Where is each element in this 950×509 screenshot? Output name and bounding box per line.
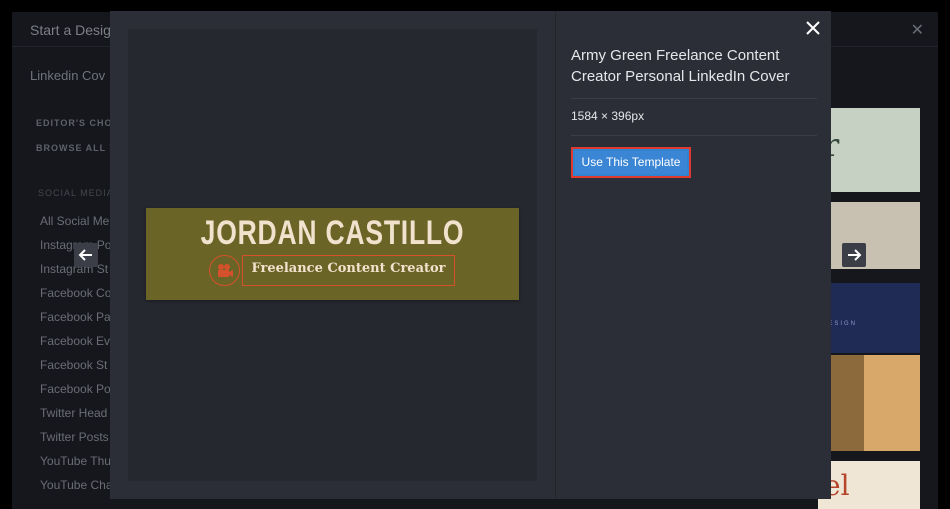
cover-name: JORDAN CASTILLO <box>200 214 465 252</box>
background-category-item: Twitter Head <box>40 406 108 420</box>
preview-canvas: JORDAN CASTILLO Freelance Content Creato… <box>128 29 537 481</box>
background-close-icon: ✕ <box>910 22 924 39</box>
background-thumbnail <box>818 202 920 269</box>
background-category-item: Facebook Co <box>40 286 112 300</box>
background-category-item: YouTube Thu <box>40 454 111 468</box>
template-dimensions: 1584 × 396px <box>571 109 645 123</box>
previous-template-button[interactable] <box>74 243 98 267</box>
background-category-item: Facebook Ev <box>40 334 111 348</box>
background-thumbnail: r <box>818 108 920 192</box>
preview-pane: JORDAN CASTILLO Freelance Content Creato… <box>110 11 555 499</box>
next-template-button[interactable] <box>842 243 866 267</box>
use-template-button[interactable]: Use This Template <box>571 147 691 178</box>
background-category-item: Facebook Pa <box>40 310 111 324</box>
background-link-editors-choice: EDITOR'S CHOI <box>36 118 116 128</box>
use-template-label: Use This Template <box>575 151 687 174</box>
cover-subtitle: Freelance Content Creator <box>251 261 446 276</box>
background-thumbnail: el <box>818 461 920 509</box>
background-thumbnail: DESIGN <box>818 283 920 353</box>
divider <box>571 135 817 136</box>
background-category-item: All Social Me <box>40 214 110 228</box>
divider <box>571 98 817 99</box>
background-section-heading: SOCIAL MEDIA <box>38 188 114 198</box>
close-icon[interactable] <box>802 17 824 39</box>
background-category-item: Facebook Po <box>40 382 111 396</box>
background-category-item: Facebook St <box>40 358 108 372</box>
arrow-right-icon <box>848 249 862 261</box>
background-category-item: YouTube Cha <box>40 478 113 492</box>
linkedin-cover-preview: JORDAN CASTILLO Freelance Content Creato… <box>146 208 519 300</box>
camera-icon <box>209 255 240 286</box>
background-category-item: Twitter Posts <box>40 430 109 444</box>
template-title: Army Green Freelance Content Creator Per… <box>571 47 790 85</box>
template-info-pane: Army Green Freelance Content Creator Per… <box>555 11 831 499</box>
background-title: Start a Desig <box>30 22 111 38</box>
background-link-browse-all: BROWSE ALL T <box>36 143 116 153</box>
background-thumbnail <box>818 355 920 451</box>
template-preview-modal: JORDAN CASTILLO Freelance Content Creato… <box>110 11 831 499</box>
arrow-left-icon <box>78 249 92 261</box>
